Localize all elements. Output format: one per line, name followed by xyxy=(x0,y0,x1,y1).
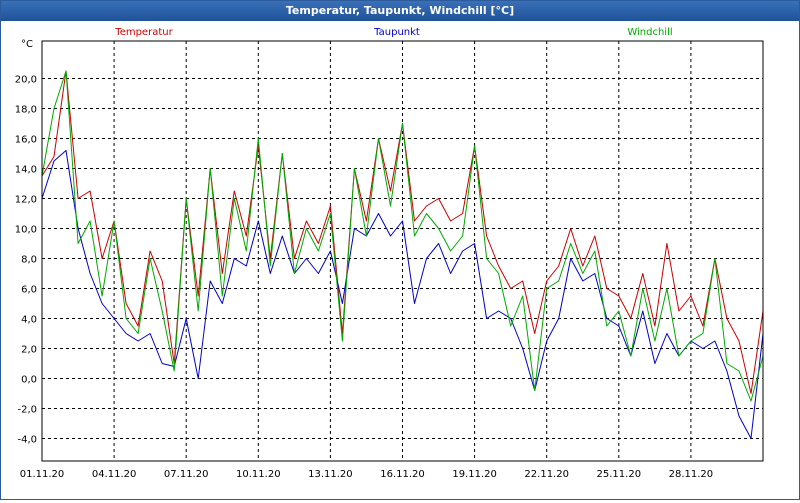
x-tick-label: 10.11.20 xyxy=(236,469,281,480)
y-tick-label: 4,0 xyxy=(21,315,37,326)
x-tick-label: 07.11.20 xyxy=(164,469,209,480)
x-tick-label: 01.11.20 xyxy=(20,469,65,480)
y-tick-label: -2,0 xyxy=(17,405,37,416)
y-tick-label: -4,0 xyxy=(17,435,37,446)
legend-entry-taupunkt: Taupunkt xyxy=(373,27,420,38)
y-tick-label: 10,0 xyxy=(15,225,37,236)
y-tick-label: 8,0 xyxy=(21,255,37,266)
legend-entry-windchill: Windchill xyxy=(627,27,672,38)
chart-area: -4,0 -2,0 0,0 2,0 4,0 6,0 8,0 10,0 12,0 14,0 16,0 1… xyxy=(1,21,799,499)
y-tick-label: 16,0 xyxy=(15,135,37,146)
y-tick-label: 18,0 xyxy=(15,105,37,116)
y-tick-label: 2,0 xyxy=(21,345,37,356)
chart-window: Temperatur, Taupunkt, Windchill [°C] -4,… xyxy=(0,0,800,500)
x-tick-label: 28.11.20 xyxy=(669,469,714,480)
y-tick-label: 20,0 xyxy=(15,75,37,86)
line-chart: -4,0 -2,0 0,0 2,0 4,0 6,0 8,0 10,0 12,0 14,0 16,0 1… xyxy=(15,27,764,480)
x-tick-label: 13.11.20 xyxy=(308,469,353,480)
y-tick-label: 12,0 xyxy=(15,195,37,206)
x-tick-label: 16.11.20 xyxy=(380,469,425,480)
y-axis-label: °C xyxy=(21,39,33,50)
y-tick-label: 0,0 xyxy=(21,375,37,386)
window-title: Temperatur, Taupunkt, Windchill [°C] xyxy=(1,1,799,21)
legend-entry-temperatur: Temperatur xyxy=(114,27,173,38)
x-tick-label: 19.11.20 xyxy=(452,469,497,480)
y-tick-label: 14,0 xyxy=(15,165,37,176)
y-tick-label: 6,0 xyxy=(21,285,37,296)
x-tick-label: 25.11.20 xyxy=(597,469,642,480)
x-tick-label: 22.11.20 xyxy=(524,469,569,480)
x-tick-label: 04.11.20 xyxy=(92,469,137,480)
